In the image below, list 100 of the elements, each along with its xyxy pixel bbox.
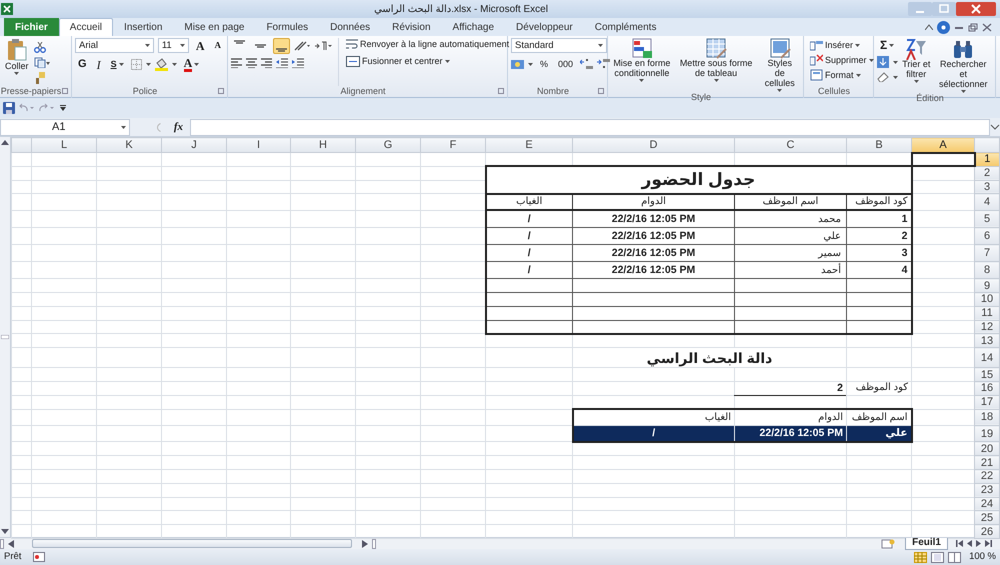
input-cell[interactable]: 2 [734,382,846,396]
column-header[interactable]: C [734,138,846,152]
row-header[interactable]: 22 [974,470,1000,484]
align-left-icon[interactable] [231,58,242,68]
file-tab[interactable]: Fichier [4,18,59,36]
row-header[interactable]: 14 [974,348,1000,368]
increase-indent-icon[interactable] [292,58,304,68]
align-right-icon[interactable] [261,58,272,68]
close-icon[interactable] [982,22,992,32]
ribbon-tab[interactable]: Développeur [505,18,584,36]
row-header[interactable]: 16 [974,382,1000,396]
conditional-formatting-button[interactable]: Mise en forme conditionnelle [611,38,673,92]
currency-icon[interactable] [511,59,524,70]
paste-button[interactable]: Coller [3,38,31,86]
ribbon-tab[interactable]: Mise en page [173,18,256,36]
column-header[interactable]: D [572,138,734,152]
column-header[interactable]: E [486,138,572,152]
column-header[interactable]: L [32,138,96,152]
collapse-ribbon-icon[interactable] [925,24,933,30]
fill-down-icon[interactable] [877,56,889,68]
customize-toolbar-icon[interactable] [59,104,67,112]
scroll-right-icon[interactable] [362,540,368,548]
autosum-button[interactable]: Σ [877,38,898,52]
thousands-separator-button[interactable]: 000 [555,59,576,70]
row-header[interactable]: 10 [974,292,1000,306]
sheet-tab[interactable]: Feuil1 [905,538,948,550]
bottom-align-button[interactable] [273,38,290,54]
increase-decimal-icon[interactable] [580,59,594,70]
save-icon[interactable] [3,102,15,114]
column-header[interactable]: H [290,138,356,152]
row-header[interactable]: 13 [974,334,1000,348]
copy-icon[interactable] [34,57,50,68]
dialog-launcher-icon[interactable] [498,88,504,94]
column-header[interactable]: A [912,138,974,152]
scissors-icon[interactable] [34,42,46,53]
decrease-indent-icon[interactable] [276,58,288,68]
grow-font-button[interactable]: A [192,38,208,52]
zoom-level[interactable]: 100 % [969,550,996,564]
ribbon-tab[interactable]: Données [319,18,382,36]
dialog-launcher-icon[interactable] [598,88,604,94]
column-header[interactable]: K [96,138,162,152]
font-name-field[interactable]: Arial [75,38,154,53]
eraser-icon[interactable] [877,72,889,82]
split-handle-icon[interactable] [0,538,4,548]
ribbon-tab[interactable]: Révision [381,18,442,36]
normal-view-icon[interactable] [914,552,928,562]
italic-button[interactable]: I [94,58,104,72]
format-button[interactable]: Format [807,68,870,82]
row-header[interactable]: 12 [974,320,1000,334]
delete-button[interactable]: Supprimer [807,53,870,67]
text-orientation-icon[interactable] [294,41,310,51]
row-header[interactable]: 20 [974,442,1000,456]
previous-sheet-icon[interactable] [967,540,972,547]
next-sheet-icon[interactable] [976,540,981,547]
shrink-font-button[interactable]: A [212,40,224,51]
row-header[interactable]: 24 [974,497,1000,511]
borders-icon[interactable] [130,59,142,70]
fill-color-icon[interactable] [154,58,168,72]
decrease-decimal-icon[interactable] [597,59,610,70]
column-header[interactable]: B [846,138,912,152]
split-handle-icon[interactable] [1,335,9,339]
row-header[interactable]: 9 [974,278,1000,293]
ribbon-tab[interactable]: Compléments [584,18,668,36]
dialog-launcher-icon[interactable] [218,88,224,94]
font-size-field[interactable]: 11 [158,38,189,53]
column-header[interactable]: I [226,138,290,152]
row-header[interactable]: 6 [974,228,1000,245]
ribbon-tab[interactable]: Affichage [442,18,506,36]
split-handle-icon[interactable] [372,538,376,548]
underline-button[interactable]: S [108,59,127,70]
paragraph-direction-icon[interactable] [314,41,332,51]
center-icon[interactable] [246,58,257,68]
bold-button[interactable]: G [75,58,90,72]
scroll-left-icon[interactable] [8,540,14,548]
font-color-button[interactable]: A [180,57,202,73]
cell-styles-button[interactable]: Styles de cellules [759,38,800,92]
name-box[interactable]: A1 [0,118,130,136]
ribbon-tab[interactable]: Accueil [58,18,114,36]
column-header[interactable]: J [162,138,226,152]
row-header[interactable]: 8 [974,262,1000,279]
ribbon-tab[interactable]: Formules [255,18,320,36]
first-sheet-icon[interactable] [956,540,963,547]
format-painter-icon[interactable] [34,72,46,84]
insert-sheet-icon[interactable] [881,538,896,548]
percent-button[interactable]: % [537,59,552,70]
number-format-field[interactable]: Standard [511,38,607,53]
restore-icon[interactable] [968,22,978,32]
row-header[interactable]: 11 [974,306,1000,320]
row-header[interactable]: 7 [974,244,1000,262]
row-header[interactable]: 15 [974,368,1000,382]
row-header[interactable]: 5 [974,210,1000,228]
ribbon-tab[interactable]: Insertion [113,18,174,36]
scroll-up-icon[interactable] [1,139,9,145]
page-layout-icon[interactable] [931,552,944,562]
column-header[interactable]: F [420,138,486,152]
close-icon[interactable] [956,2,996,16]
dialog-launcher-icon[interactable] [62,88,68,94]
row-header[interactable]: 18 [974,409,1000,426]
page-break-icon[interactable] [948,552,962,562]
row-header[interactable]: 21 [974,456,1000,470]
